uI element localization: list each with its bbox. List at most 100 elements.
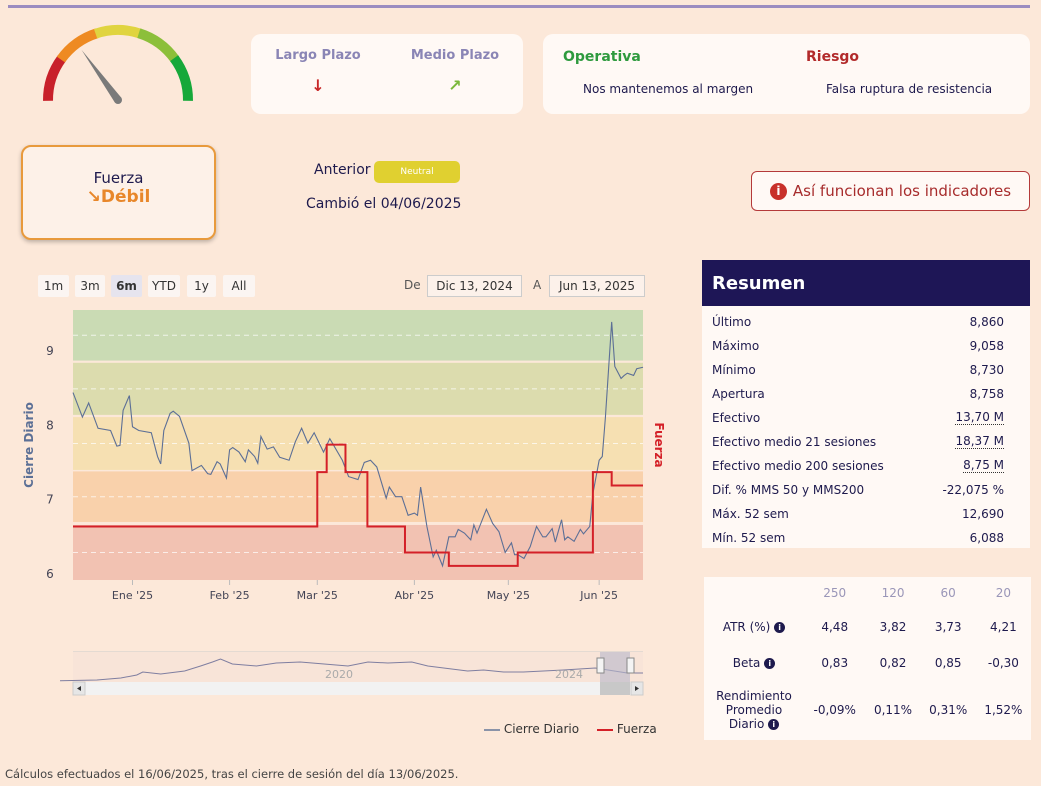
to-label: A bbox=[533, 278, 542, 292]
resumen-value: 9,058 bbox=[969, 339, 1004, 353]
info-icon[interactable]: i bbox=[768, 719, 780, 730]
resumen-label: Apertura bbox=[712, 387, 765, 401]
stats-value: -0,30 bbox=[987, 656, 1019, 670]
legend-item-cierre[interactable]: Cierre Diario bbox=[484, 722, 579, 736]
x-tick-label: Abr '25 bbox=[395, 589, 435, 602]
stats-row: Rendimiento Promedio Diario i -0,09% 0,11%… bbox=[704, 681, 1031, 739]
stats-label: ATR (%) bbox=[722, 620, 771, 634]
resumen-label: Máx. 52 sem bbox=[712, 507, 789, 521]
stats-value: 0,83 bbox=[821, 656, 849, 670]
fuerza-value: Débil bbox=[100, 187, 151, 207]
stats-header: 20 bbox=[995, 586, 1012, 600]
stats-value: 0,85 bbox=[934, 656, 962, 670]
operativa-riesgo-card: Operativa Nos mantenemos al margen Riesg… bbox=[543, 34, 1030, 114]
y-tick-label: 6 bbox=[46, 567, 54, 581]
from-label: De bbox=[404, 278, 421, 292]
y-tick-label: 8 bbox=[46, 418, 54, 432]
resumen-label: Efectivo medio 21 sesiones bbox=[712, 435, 877, 449]
stats-value: 0,31% bbox=[929, 703, 968, 717]
x-tick-label: Jun '25 bbox=[579, 589, 618, 602]
y-tick-label: 9 bbox=[46, 344, 54, 358]
operativa-title: Operativa bbox=[563, 49, 641, 65]
navigator-label: 2020 bbox=[325, 668, 353, 681]
navigator[interactable]: 2020 2024 bbox=[60, 648, 660, 698]
changed-date: Cambió el 04/06/2025 bbox=[306, 196, 462, 212]
footer-note: Cálculos efectuados el 16/06/2025, tras … bbox=[5, 767, 459, 781]
resumen-label: Último bbox=[712, 315, 752, 329]
resumen-value: 12,690 bbox=[962, 507, 1004, 521]
range-button-1m[interactable]: 1m bbox=[38, 275, 69, 297]
resumen-label: Dif. % MMS 50 y MMS200 bbox=[712, 483, 865, 497]
x-tick-label: Ene '25 bbox=[112, 589, 153, 602]
resumen-value[interactable]: 18,37 M bbox=[955, 435, 1004, 449]
y-axis-label: Cierre Diario bbox=[22, 402, 36, 488]
info-button[interactable]: i Así funcionan los indicadores bbox=[751, 171, 1030, 211]
stats-row: ATR (%) i 4,48 3,82 3,73 4,21 bbox=[704, 609, 1031, 645]
info-icon: i bbox=[769, 182, 787, 200]
resumen-label: Efectivo medio 200 sesiones bbox=[712, 459, 884, 473]
anterior-label: Anterior bbox=[314, 162, 371, 178]
stats-value: 1,52% bbox=[984, 703, 1023, 717]
resumen-value[interactable]: 8,75 M bbox=[963, 459, 1004, 473]
stats-value: 0,82 bbox=[879, 656, 907, 670]
range-button-6m[interactable]: 6m bbox=[111, 275, 142, 297]
legend-item-fuerza[interactable]: Fuerza bbox=[597, 722, 657, 736]
x-tick-label: Mar '25 bbox=[297, 589, 338, 602]
navigator-handle[interactable] bbox=[626, 657, 635, 674]
x-tick-label: May '25 bbox=[487, 589, 530, 602]
info-button-label: Así funcionan los indicadores bbox=[792, 182, 1012, 200]
anterior-badge: Neutral bbox=[374, 161, 460, 183]
gauge-needle bbox=[81, 49, 122, 103]
stats-value: 4,48 bbox=[821, 620, 849, 634]
resumen-value: 6,088 bbox=[969, 531, 1004, 545]
info-icon[interactable]: i bbox=[764, 658, 776, 669]
resumen-value[interactable]: 13,70 M bbox=[955, 411, 1004, 425]
stats-value: 4,21 bbox=[990, 620, 1017, 634]
resumen-label: Mín. 52 sem bbox=[712, 531, 786, 545]
resumen-label: Máximo bbox=[712, 339, 760, 353]
arrow-up-right-icon: ↗ bbox=[448, 76, 462, 95]
largo-plazo-label: Largo Plazo bbox=[275, 48, 361, 63]
resumen-row: Efectivo medio 21 sesiones 18,37 M bbox=[702, 430, 1030, 454]
range-button-3m[interactable]: 3m bbox=[75, 275, 105, 297]
scrollbar-thumb[interactable] bbox=[600, 682, 630, 695]
arrow-down-right-icon: ↘ bbox=[86, 187, 101, 207]
from-date-input[interactable]: Dic 13, 2024 bbox=[427, 275, 522, 297]
scrollbar-track[interactable] bbox=[73, 682, 643, 695]
resumen-value: 8,730 bbox=[969, 363, 1004, 377]
price-chart: 6 7 8 9 Ene '25 Feb '25 Mar '25 Abr '25 May '25 J… bbox=[22, 310, 666, 602]
stats-value: 0,11% bbox=[873, 703, 913, 717]
x-tick-label: Feb '25 bbox=[210, 589, 250, 602]
range-button-1y[interactable]: 1y bbox=[187, 275, 216, 297]
top-divider bbox=[8, 5, 1030, 8]
stats-label: Rendimiento Promedio Diario bbox=[716, 689, 792, 731]
info-icon[interactable]: i bbox=[774, 622, 786, 633]
resumen-panel: Resumen Último 8,860 Máximo 9,058 Mínimo 8,73… bbox=[702, 260, 1030, 548]
stats-row: Beta i 0,83 0,82 0,85 -0,30 bbox=[704, 645, 1031, 681]
navigator-handle[interactable] bbox=[596, 657, 605, 674]
range-button-ytd[interactable]: YTD bbox=[148, 275, 180, 297]
resumen-label: Efectivo bbox=[712, 411, 761, 425]
navigator-label: 2024 bbox=[555, 668, 583, 681]
fuerza-card: Fuerza ↘Débil bbox=[21, 145, 216, 240]
resumen-row: Dif. % MMS 50 y MMS200 -22,075 % bbox=[702, 478, 1030, 502]
plazo-card: Largo Plazo ↓ Medio Plazo ↗ bbox=[251, 34, 523, 114]
resumen-title: Resumen bbox=[702, 260, 1030, 306]
operativa-text: Nos mantenemos al margen bbox=[583, 82, 754, 96]
resumen-row: Máximo 9,058 bbox=[702, 334, 1030, 358]
resumen-value: -22,075 % bbox=[942, 483, 1004, 497]
resumen-row: Mínimo 8,730 bbox=[702, 358, 1030, 382]
resumen-value: 8,758 bbox=[969, 387, 1004, 401]
gauge-pivot bbox=[114, 96, 122, 104]
resumen-row: Mín. 52 sem 6,088 bbox=[702, 526, 1030, 550]
fuerza-label: Fuerza bbox=[93, 169, 144, 187]
resumen-row: Máx. 52 sem 12,690 bbox=[702, 502, 1030, 526]
stats-header: 120 bbox=[881, 586, 905, 600]
range-button-all[interactable]: All bbox=[223, 275, 255, 297]
y-axis-label-right: Fuerza bbox=[652, 422, 666, 467]
to-date-input[interactable]: Jun 13, 2025 bbox=[549, 275, 645, 297]
arrow-down-icon: ↓ bbox=[311, 76, 325, 95]
legend: Cierre Diario Fuerza bbox=[484, 722, 657, 736]
gauge-segment bbox=[170, 55, 193, 101]
stats-panel: 250 120 60 20 ATR (%) i 4,48 3,82 3,73 4,21 Beta … bbox=[704, 577, 1031, 740]
